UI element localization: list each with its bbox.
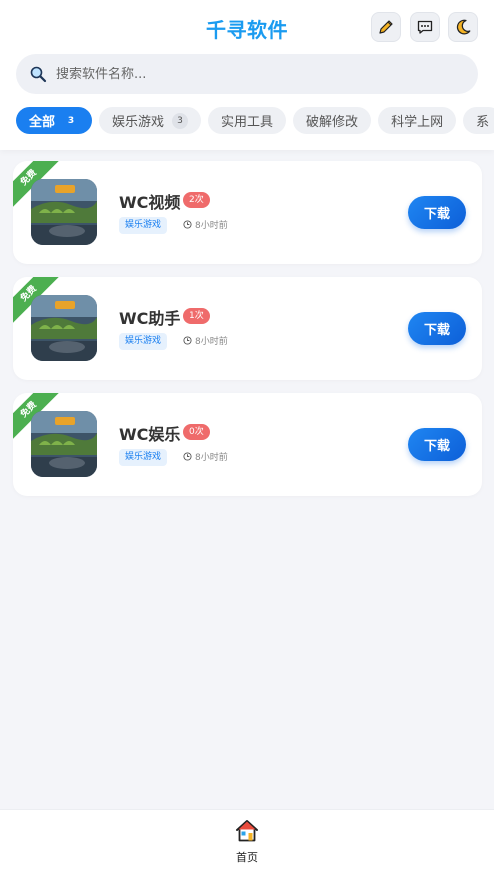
nav-home[interactable]: 首页 bbox=[230, 818, 264, 865]
clock-icon bbox=[183, 452, 192, 461]
tab-label: 实用工具 bbox=[221, 115, 274, 130]
update-time: 8小时前 bbox=[183, 218, 228, 231]
time-label: 8小时前 bbox=[195, 221, 228, 231]
app-name: WC视频 bbox=[119, 193, 181, 212]
search-icon bbox=[28, 64, 48, 84]
download-button[interactable]: 下载 bbox=[408, 312, 466, 345]
bottom-nav: 首页 bbox=[0, 809, 494, 869]
edit-button[interactable] bbox=[371, 12, 401, 42]
tab-label: 娱乐游戏 bbox=[112, 115, 165, 130]
top-header: 千寻软件 全部 3 娱乐游戏 3 bbox=[0, 0, 494, 150]
message-button[interactable] bbox=[410, 12, 440, 42]
time-label: 8小时前 bbox=[195, 453, 228, 463]
app-name: WC娱乐 bbox=[119, 425, 181, 444]
category-tag: 娱乐游戏 bbox=[119, 333, 168, 350]
dark-mode-button[interactable] bbox=[448, 12, 478, 42]
tab-system[interactable]: 系 bbox=[463, 107, 494, 134]
usage-badge: 0次 bbox=[183, 424, 210, 440]
app-icon bbox=[31, 295, 97, 361]
tab-cracked[interactable]: 破解修改 bbox=[293, 107, 372, 134]
usage-badge: 1次 bbox=[183, 308, 210, 324]
tab-vpn[interactable]: 科学上网 bbox=[378, 107, 457, 134]
tab-label: 科学上网 bbox=[391, 115, 444, 130]
pencil-icon bbox=[379, 20, 393, 34]
clock-icon bbox=[183, 220, 192, 229]
app-card[interactable]: 免费 WC视频 2次 娱乐游戏 8小时前 下载 bbox=[13, 161, 482, 264]
time-label: 8小时前 bbox=[195, 337, 228, 347]
download-button[interactable]: 下载 bbox=[408, 428, 466, 461]
tab-entertainment[interactable]: 娱乐游戏 3 bbox=[99, 107, 202, 134]
app-icon bbox=[31, 179, 97, 245]
update-time: 8小时前 bbox=[183, 450, 228, 463]
update-time: 8小时前 bbox=[183, 334, 228, 347]
app-card[interactable]: 免费 WC娱乐 0次 娱乐游戏 8小时前 下载 bbox=[13, 393, 482, 496]
tab-count: 3 bbox=[63, 112, 80, 129]
home-icon bbox=[236, 820, 258, 842]
category-tag: 娱乐游戏 bbox=[119, 217, 168, 234]
download-button[interactable]: 下载 bbox=[408, 196, 466, 229]
tab-all[interactable]: 全部 3 bbox=[16, 107, 93, 134]
search-input[interactable] bbox=[56, 66, 456, 82]
app-icon bbox=[31, 411, 97, 477]
category-tabs: 全部 3 娱乐游戏 3 实用工具 破解修改 科学上网 系 bbox=[16, 107, 494, 135]
tab-label: 系 bbox=[476, 115, 490, 130]
usage-badge: 2次 bbox=[183, 192, 210, 208]
tab-count: 3 bbox=[172, 112, 189, 129]
category-tag: 娱乐游戏 bbox=[119, 449, 168, 466]
tab-tools[interactable]: 实用工具 bbox=[208, 107, 287, 134]
search-bar[interactable] bbox=[16, 54, 478, 94]
clock-icon bbox=[183, 336, 192, 345]
tab-label: 全部 bbox=[29, 115, 56, 130]
tab-label: 破解修改 bbox=[306, 115, 359, 130]
nav-home-label: 首页 bbox=[236, 851, 258, 864]
app-name: WC助手 bbox=[119, 309, 181, 328]
chat-icon bbox=[417, 20, 433, 34]
moon-icon bbox=[456, 19, 471, 35]
app-card[interactable]: 免费 WC助手 1次 娱乐游戏 8小时前 下载 bbox=[13, 277, 482, 380]
